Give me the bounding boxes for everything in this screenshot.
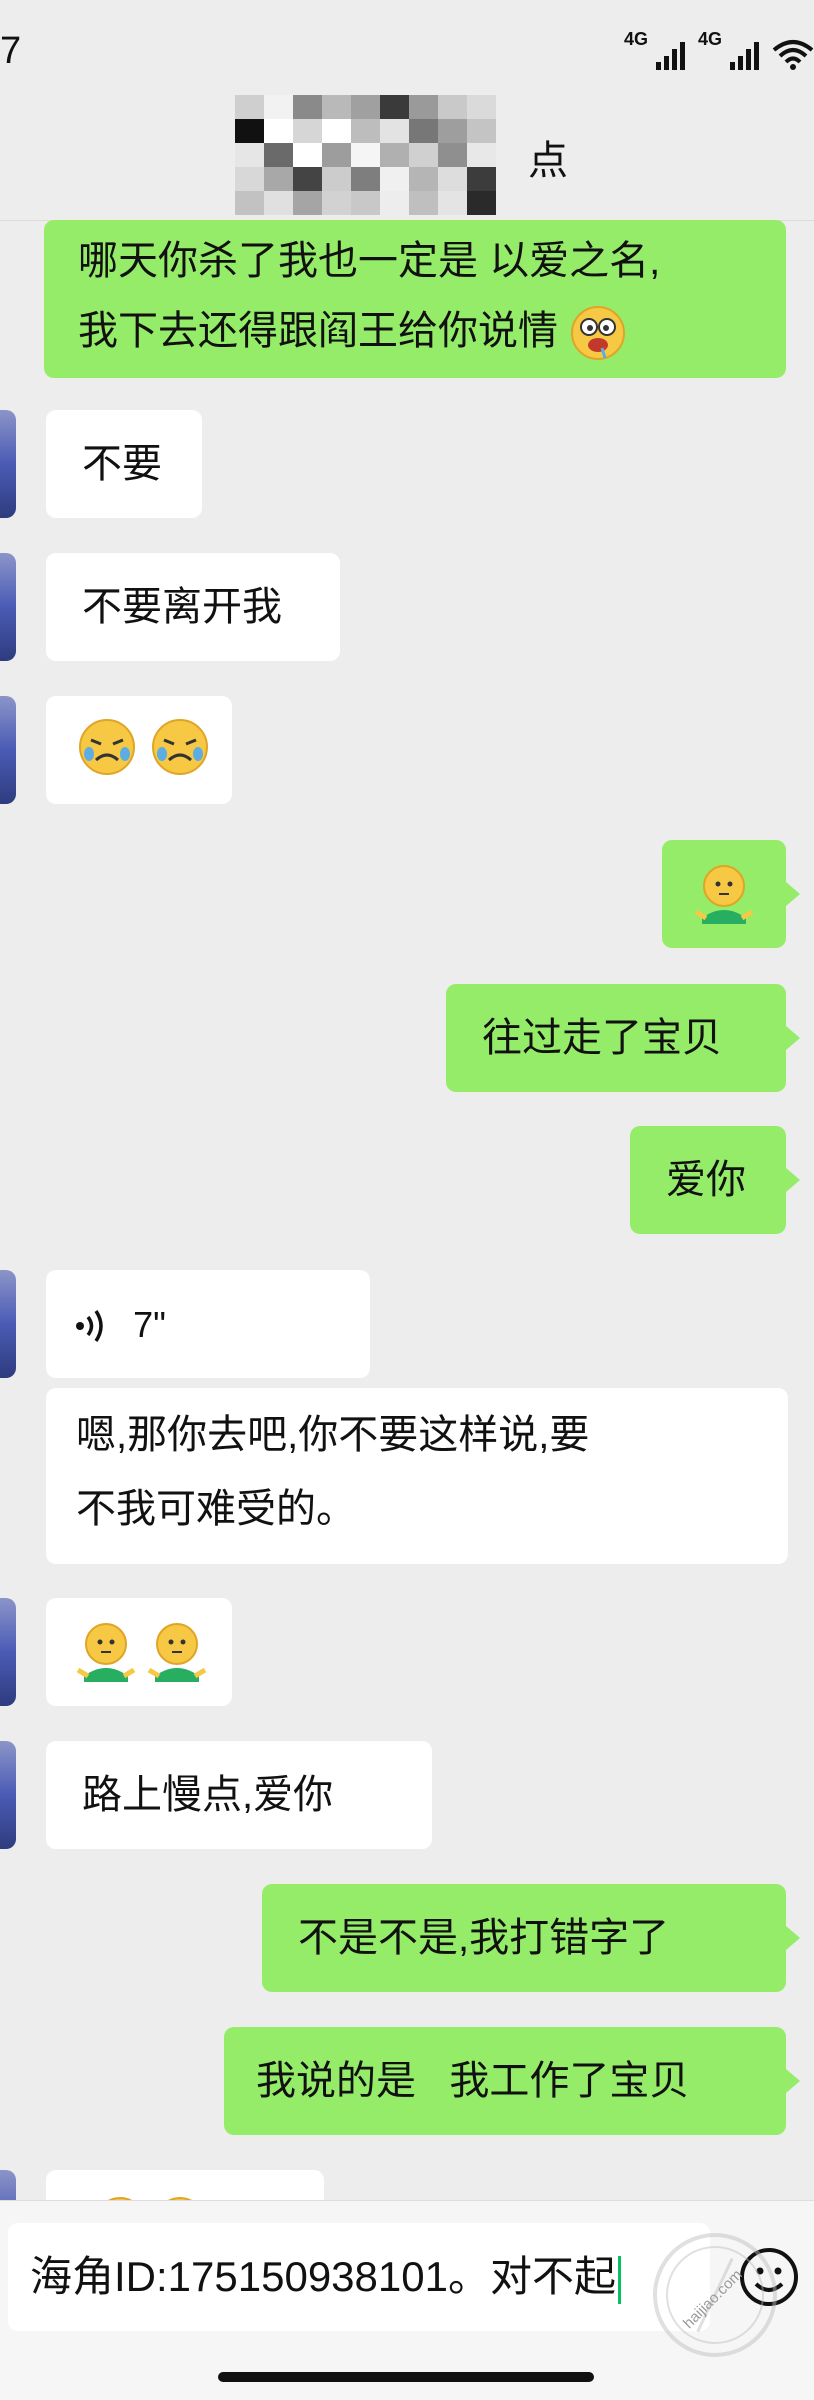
status-bar: 7 4G 4G <box>0 0 814 95</box>
message-input-value: 海角ID:175150938101。对不起 <box>30 2253 616 2300</box>
message-text: 往过走了宝贝 <box>482 1016 722 1060</box>
message-text-line: 我下去还得跟阎王给你说情 <box>78 296 752 366</box>
signal-icon-2 <box>730 42 759 70</box>
message-outgoing[interactable]: 往过走了宝贝 <box>446 984 786 1092</box>
contact-avatar[interactable] <box>0 2170 16 2200</box>
home-indicator[interactable] <box>218 2372 594 2382</box>
message-text-line: 不我可难受的。 <box>76 1487 356 1531</box>
message-incoming[interactable] <box>46 696 232 804</box>
voice-duration: 7" <box>133 1304 166 1345</box>
message-outgoing[interactable]: 我说的是 我工作了宝贝 <box>224 2027 786 2135</box>
contact-name-visible[interactable]: 点 <box>528 128 568 186</box>
bubble-tail <box>786 1168 800 1192</box>
message-incoming[interactable]: 不要 <box>46 410 202 518</box>
message-text-line: 我下去还得跟阎王给你说情 <box>78 309 558 353</box>
partial-emoji <box>108 2197 192 2200</box>
contact-avatar[interactable] <box>0 696 16 804</box>
message-outgoing[interactable]: 哪天你杀了我也一定是 以爱之名, 我下去还得跟阎王给你说情 <box>44 220 786 378</box>
shrug-emoji <box>76 1623 136 1682</box>
message-incoming[interactable]: 不要离开我 <box>46 553 340 661</box>
message-text: 路上慢点,爱你 <box>82 1773 334 1817</box>
network-type-label: 4G <box>623 29 648 49</box>
bubble-tail <box>786 882 800 906</box>
voice-wave-icon <box>76 1310 103 1343</box>
voice-message[interactable]: 7" <box>46 1270 370 1378</box>
contact-name-mosaic <box>235 95 525 215</box>
signal-icon <box>655 42 685 70</box>
crying-face-emoji <box>79 719 135 775</box>
message-text: 不要离开我 <box>82 585 282 629</box>
message-outgoing[interactable]: 爱你 <box>630 1126 786 1234</box>
bubble-tail <box>786 1926 800 1950</box>
message-incoming[interactable] <box>46 1598 232 1706</box>
wifi-icon <box>772 40 814 70</box>
message-text: 不要 <box>82 442 162 486</box>
contact-avatar[interactable] <box>0 1598 16 1706</box>
contact-avatar[interactable] <box>0 553 16 661</box>
status-icons: 4G 4G <box>623 29 814 70</box>
bubble-tail <box>786 2069 800 2093</box>
message-text: 不是不是,我打错字了 <box>298 1916 670 1960</box>
message-text-line: 哪天你杀了我也一定是 以爱之名, <box>78 239 661 283</box>
contact-avatar[interactable] <box>0 410 16 518</box>
shrug-emoji <box>694 865 754 924</box>
message-text-line: 嗯,那你去吧,你不要这样说,要 <box>76 1413 590 1457</box>
message-incoming[interactable]: 路上慢点,爱你 <box>46 1741 432 1849</box>
contact-avatar[interactable] <box>0 1270 16 1378</box>
message-incoming[interactable]: 嗯,那你去吧,你不要这样说,要 不我可难受的。 <box>46 1388 788 1564</box>
message-input[interactable]: 海角ID:175150938101。对不起 <box>8 2223 710 2331</box>
message-outgoing[interactable]: 不是不是,我打错字了 <box>262 1884 786 1992</box>
crying-face-emoji <box>152 719 209 775</box>
status-time: 7 <box>0 30 22 72</box>
message-text: 爱你 <box>666 1158 746 1202</box>
bubble-tail <box>786 1026 800 1050</box>
message-list[interactable]: 哪天你杀了我也一定是 以爱之名, 我下去还得跟阎王给你说情 不要 不要离开我 往… <box>0 220 814 2200</box>
shrug-emoji <box>147 1623 207 1682</box>
drooling-face-emoji <box>571 306 626 361</box>
chat-screen: 7 4G 4G 点 哪天你杀了我也一定是 以爱之名, 我下去还得跟阎王给你说情 … <box>0 0 814 2400</box>
message-text: 我说的是 我工作了宝贝 <box>256 2059 690 2103</box>
network-type-label-2: 4G <box>697 29 722 49</box>
message-incoming-partial[interactable] <box>46 2170 324 2200</box>
message-outgoing[interactable] <box>662 840 786 948</box>
contact-avatar[interactable] <box>0 1741 16 1849</box>
